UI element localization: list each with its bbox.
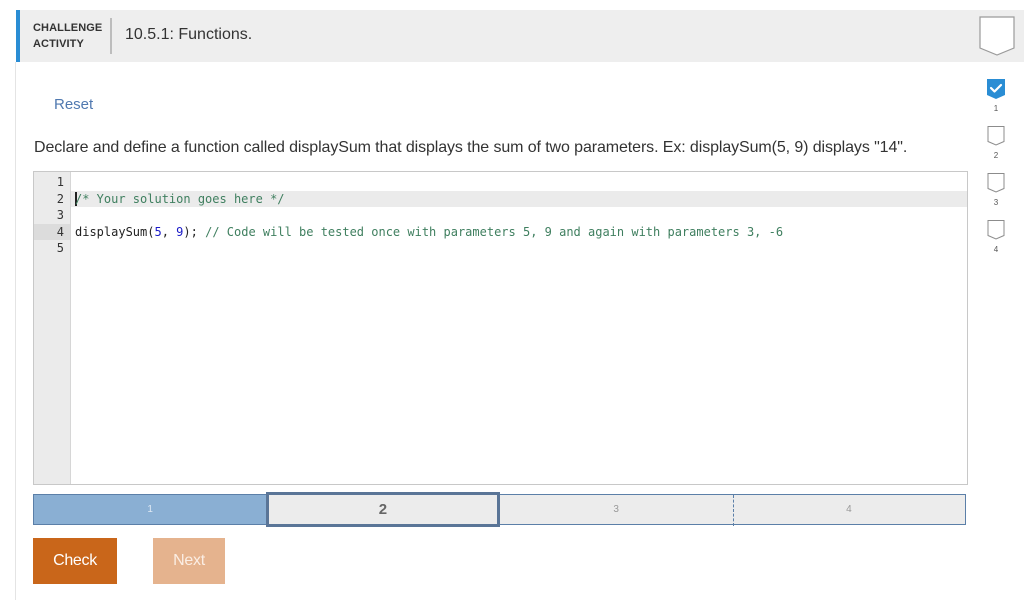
code-editor[interactable]: 1 2 3 4 5 /* Your solution goes here */ displ… [33, 171, 968, 485]
line-number: 2 [56, 191, 64, 206]
activity-type-line1: CHALLENGE [33, 22, 103, 34]
progress-step-1[interactable]: 1 [33, 494, 267, 525]
progress-step-2[interactable]: 2 [266, 492, 500, 527]
line-number: 4 [56, 224, 64, 239]
progress-step-4[interactable]: 4 [732, 494, 966, 525]
empty-shield-icon [987, 220, 1005, 240]
level-number: 1 [993, 104, 999, 113]
code-input-area[interactable]: /* Your solution goes here */ displaySum(… [71, 172, 967, 484]
header-accent-bar [16, 10, 20, 62]
level-indicator-1[interactable]: 1 [984, 78, 1008, 113]
level-progress-bar: 1234 [33, 492, 966, 527]
code-line[interactable]: /* Your solution goes here */ [75, 191, 285, 208]
empty-shield-icon [979, 16, 1015, 56]
activity-type-label: CHALLENGE ACTIVITY [33, 20, 102, 52]
line-number: 3 [56, 208, 64, 222]
level-number: 4 [993, 245, 999, 254]
checkmark-shield-icon [987, 79, 1005, 99]
level-number: 2 [993, 151, 999, 160]
code-token-plain: displaySum( [75, 224, 155, 239]
code-token-comment: /* Your solution goes here */ [75, 191, 285, 206]
level-indicator-4[interactable]: 4 [984, 219, 1008, 254]
line-number-gutter: 1 2 3 4 5 [34, 172, 71, 484]
code-line[interactable]: displaySum(5, 9); // Code will be tested… [75, 224, 783, 241]
progress-step-divider [732, 495, 734, 526]
code-token-comment: // Code will be tested once with paramet… [205, 224, 784, 239]
empty-shield-icon [987, 173, 1005, 193]
level-indicator-2[interactable]: 2 [984, 125, 1008, 160]
reset-link[interactable]: Reset [54, 96, 93, 113]
check-button[interactable]: Check [33, 538, 117, 584]
activity-header: CHALLENGE ACTIVITY 10.5.1: Functions. [16, 10, 966, 62]
progress-step-3[interactable]: 3 [499, 494, 733, 525]
instructions-text: Declare and define a function called dis… [34, 139, 908, 156]
content-left-border [15, 62, 16, 600]
line-number: 5 [56, 241, 64, 255]
next-button[interactable]: Next [153, 538, 225, 584]
code-token-num: 5 [154, 224, 162, 239]
empty-shield-icon [987, 126, 1005, 146]
level-indicator-3[interactable]: 3 [984, 172, 1008, 207]
header-completion-area [966, 10, 1024, 62]
code-token-plain: , [161, 224, 177, 239]
line-number: 1 [56, 175, 64, 189]
header-separator [110, 18, 112, 54]
activity-title: 10.5.1: Functions. [125, 26, 253, 43]
code-token-plain: ); [183, 224, 206, 239]
gutter-highlight [34, 223, 70, 240]
level-number: 3 [993, 198, 999, 207]
activity-type-line2: ACTIVITY [33, 38, 84, 50]
